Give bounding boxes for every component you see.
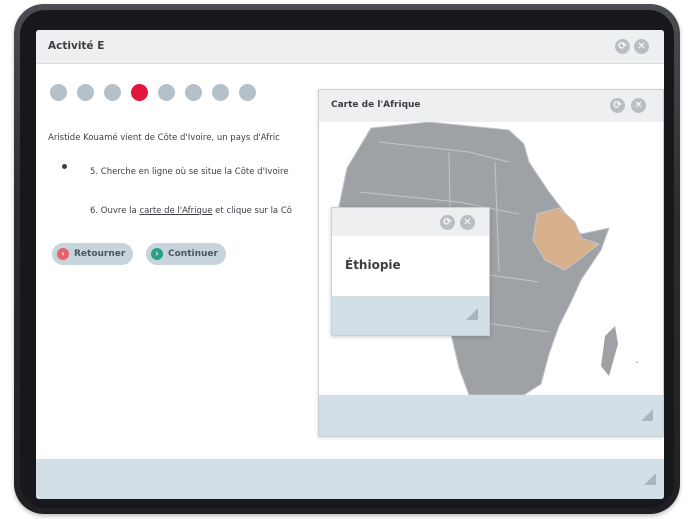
back-button[interactable]: ‹ Retourner [52, 243, 134, 265]
progress-dot[interactable] [158, 84, 175, 101]
progress-dot-current[interactable] [131, 84, 148, 101]
refresh-icon[interactable]: ⟳ [615, 39, 630, 54]
madagascar-island[interactable] [601, 326, 618, 376]
bullet-icon [62, 164, 67, 169]
popup-footer [332, 296, 489, 335]
map-footer [319, 395, 663, 436]
resize-grip-icon[interactable] [641, 409, 653, 421]
back-icon: ‹ [57, 248, 69, 260]
country-info-popup: ⟳ ✕ Éthiopie [331, 207, 490, 336]
map-window-title: Carte de l'Afrique [331, 100, 421, 110]
africa-map-link[interactable]: carte de l'Afrique [139, 206, 212, 216]
refresh-icon[interactable]: ⟳ [440, 215, 455, 230]
progress-dot[interactable] [185, 84, 202, 101]
close-icon[interactable]: ✕ [634, 39, 649, 54]
step-6-suffix: et clique sur la Cô [212, 206, 292, 216]
step-6-prefix: 6. Ouvre la [90, 206, 140, 216]
progress-dot[interactable] [50, 84, 67, 101]
forward-icon: › [151, 248, 163, 260]
progress-dot[interactable] [239, 84, 256, 101]
map-titlebar: Carte de l'Afrique ⟳ ✕ [319, 90, 663, 122]
refresh-icon[interactable]: ⟳ [610, 98, 625, 113]
back-button-label: Retourner [74, 249, 126, 259]
step-5-text: 5. Cherche en ligne où se situe la Côte … [90, 167, 289, 177]
progress-dot[interactable] [77, 84, 94, 101]
window-title: Activité E [48, 40, 105, 52]
continue-button-label: Continuer [168, 249, 218, 259]
screen: Activité E ⟳ ✕ Aristide Kouamé vient de … [36, 30, 664, 499]
continue-button[interactable]: › Continuer [146, 243, 226, 265]
step-6-text: 6. Ouvre la carte de l'Afrique et clique… [90, 206, 292, 216]
close-icon[interactable]: ✕ [631, 98, 646, 113]
popup-titlebar: ⟳ ✕ [332, 208, 489, 236]
island-dot [636, 361, 638, 363]
main-footer [36, 459, 664, 499]
country-name: Éthiopie [345, 258, 401, 272]
close-icon[interactable]: ✕ [460, 215, 475, 230]
main-titlebar: Activité E ⟳ ✕ [36, 30, 664, 64]
progress-dot[interactable] [212, 84, 229, 101]
resize-grip-icon[interactable] [466, 308, 478, 320]
progress-dot[interactable] [104, 84, 121, 101]
intro-text: Aristide Kouamé vient de Côte d'Ivoire, … [48, 133, 280, 143]
resize-grip-icon[interactable] [644, 473, 656, 485]
